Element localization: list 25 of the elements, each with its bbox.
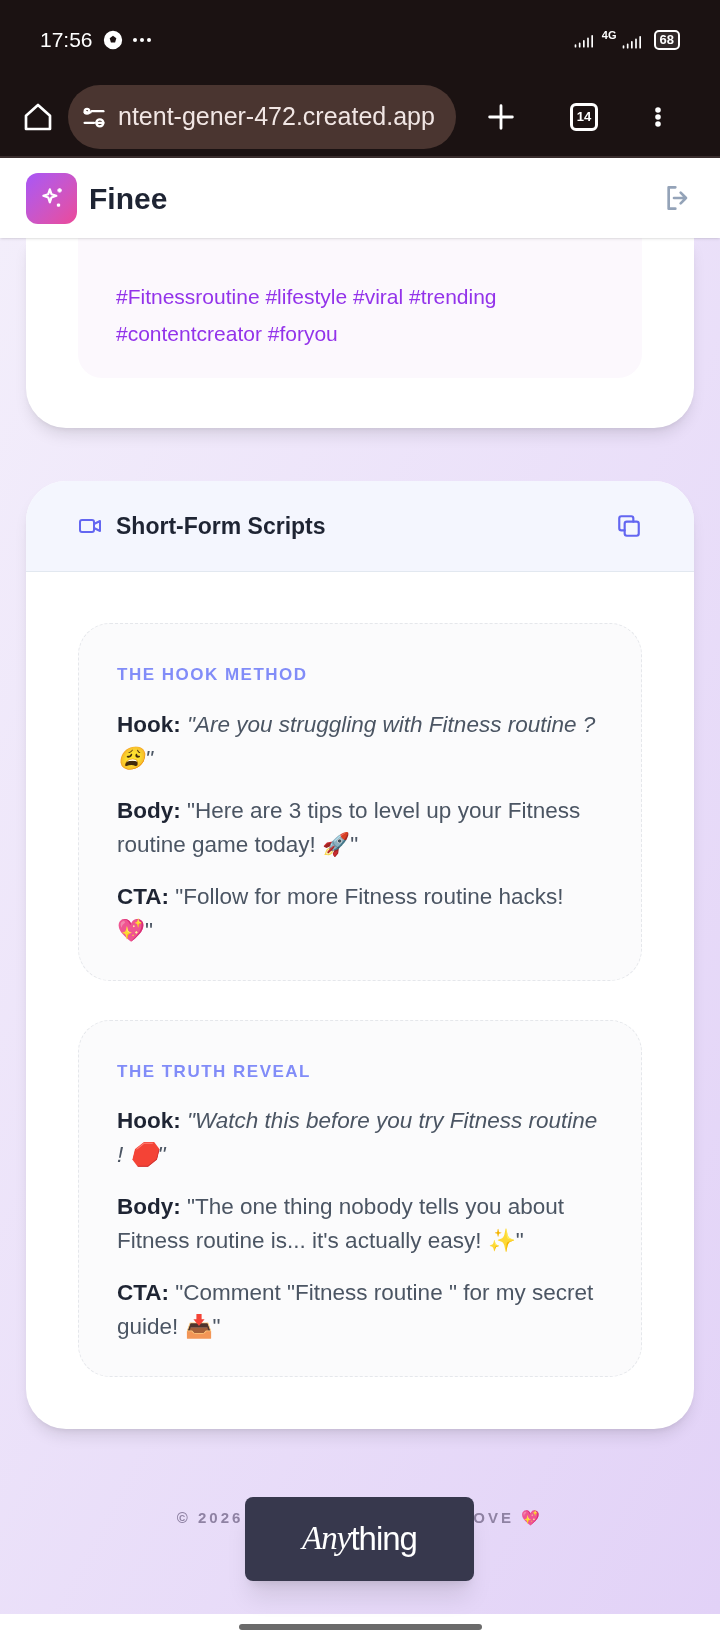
logo-icon — [26, 172, 77, 224]
script-line: Hook: "Watch this before you try Fitness routine ! 🛑" — [117, 1107, 599, 1169]
script-line: Body: "Here are 3 tips to level up your Fitness routine game today! 🚀" — [117, 796, 582, 859]
footer-text: OVE 💖 — [473, 1508, 544, 1528]
copy-icon[interactable] — [616, 513, 642, 539]
address-bar[interactable]: ntent-gener-472.created.app — [68, 85, 456, 149]
footer-text: © 2026 — [176, 1508, 244, 1528]
brand-badge[interactable]: Anything — [245, 1497, 474, 1581]
app-name: Finee — [89, 180, 168, 217]
card-title: Short-Form Scripts — [116, 511, 326, 541]
more-icon — [132, 38, 151, 42]
battery-indicator: 68 — [653, 30, 680, 50]
script-title: THE TRUTH REVEAL — [117, 1060, 312, 1083]
network-type: 4G — [601, 29, 617, 41]
script-line: Body: "The one thing nobody tells you about Fitness routine is... it's actually easy! ✨" — [117, 1193, 565, 1255]
script-line: Hook: "Are you struggling with Fitness routine ? 😩" — [117, 710, 597, 773]
hashtag-text: #Fitnessroutine #lifestyle #viral #trending #contentcreator #foryou — [116, 284, 498, 347]
tab-count-button[interactable]: 14 — [570, 103, 598, 131]
script-title: THE HOOK METHOD — [117, 664, 309, 686]
url-text: ntent-gener-472.created.app — [118, 101, 435, 133]
ball-icon — [102, 30, 123, 50]
home-icon[interactable] — [22, 101, 54, 133]
script-line: CTA: "Follow for more Fitness routine hacks! 💖" — [117, 882, 565, 945]
script-line: CTA: "Comment "Fitness routine " for my secret guide! 📥" — [117, 1279, 595, 1341]
clock: 17:56 — [40, 27, 93, 54]
